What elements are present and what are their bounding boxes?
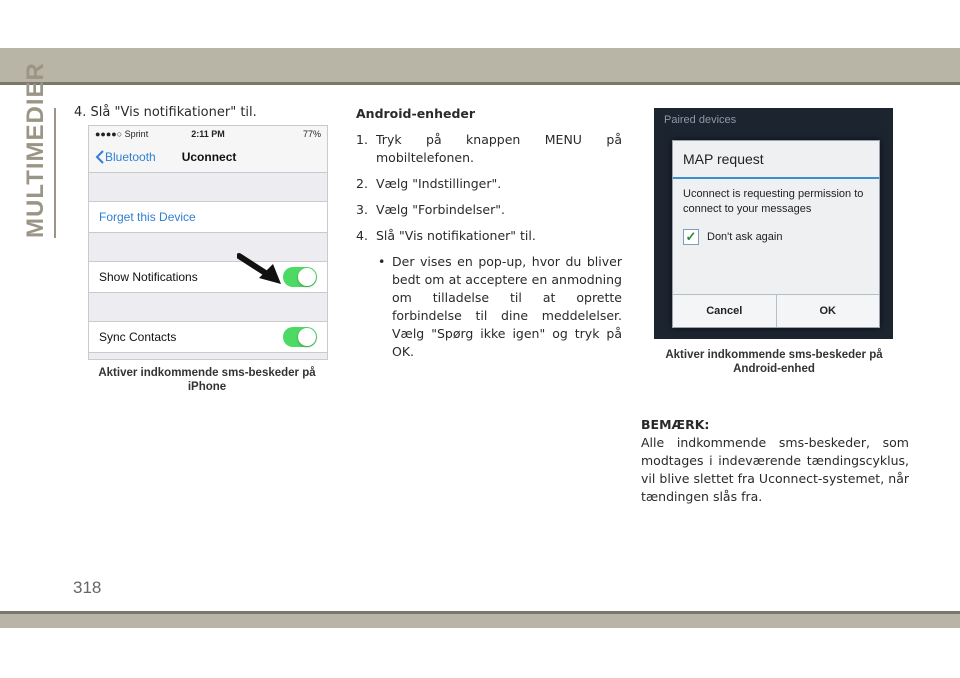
step-number: 1. <box>356 132 368 147</box>
show-notifications-toggle[interactable] <box>283 267 317 287</box>
note-block: BEMÆRK: Alle indkommende sms-beskeder, s… <box>641 416 909 506</box>
header-band <box>0 48 960 82</box>
step-number: 4. <box>356 228 368 243</box>
back-label: Bluetooth <box>105 150 156 164</box>
step-text: Vælg "Indstillinger". <box>376 176 502 191</box>
bullet-item: • Der vises en pop-up, hvor du bliver be… <box>378 253 622 361</box>
bullet-icon: • <box>378 254 386 269</box>
android-step: 2. Vælg "Indstillinger". <box>356 175 622 193</box>
iphone-caption: Aktiver indkommende sms-beskeder på iPho… <box>98 367 316 393</box>
dialog-title: MAP request <box>673 141 879 179</box>
step-text: Vælg "Forbindelser". <box>376 202 505 217</box>
android-step: 3. Vælg "Forbindelser". <box>356 201 622 219</box>
android-heading: Android-enheder <box>356 106 476 121</box>
page-number: 318 <box>73 578 102 597</box>
ios-status-bar: ●●●●○ Sprint 2:11 PM 77% <box>89 126 327 142</box>
sync-contacts-toggle[interactable] <box>283 327 317 347</box>
battery-label: 77% <box>302 129 321 139</box>
ok-button[interactable]: OK <box>775 295 879 327</box>
note-text: Alle indkommende sms-beskeder, som modta… <box>641 435 909 504</box>
sync-contacts-label: Sync Contacts <box>99 330 177 344</box>
ios-nav-bar: Bluetooth Uconnect <box>89 142 327 173</box>
note-heading: BEMÆRK: <box>641 417 710 432</box>
section-title-rule <box>54 108 56 238</box>
dialog-buttons: Cancel OK <box>673 294 879 327</box>
chevron-left-icon <box>95 150 104 164</box>
cancel-button[interactable]: Cancel <box>673 295 776 327</box>
iphone-screenshot: ●●●●○ Sprint 2:11 PM 77% Bluetooth Uconn… <box>88 125 328 360</box>
sync-contacts-cell: Sync Contacts <box>89 321 327 353</box>
checkbox-checked-icon[interactable]: ✓ <box>683 229 699 245</box>
show-notifications-cell: Show Notifications <box>89 261 327 293</box>
step-number: 2. <box>356 176 368 191</box>
device-title: Uconnect <box>181 150 237 164</box>
forget-device-label: Forget this Device <box>99 210 196 224</box>
android-instructions: Android-enheder 1. Tryk på knappen MENU … <box>356 105 622 361</box>
iphone-step: 4. Slå "Vis notifikationer" til. <box>74 105 257 120</box>
android-screenshot: Paired devices MAP request Uconnect is r… <box>654 108 893 339</box>
paired-devices-label: Paired devices <box>664 114 737 126</box>
dialog-message: Uconnect is requesting permission to con… <box>683 188 864 215</box>
step-text: Slå "Vis notifikationer" til. <box>376 228 536 243</box>
step-number: 3. <box>356 202 368 217</box>
android-step: 1. Tryk på knappen MENU på mobiltelefone… <box>356 131 622 167</box>
footer-band <box>0 614 960 628</box>
step-text: Slå "Vis notifikationer" til. <box>90 105 257 120</box>
step-number: 4. <box>74 105 87 120</box>
checkbox-label: Don't ask again <box>707 231 783 243</box>
android-caption: Aktiver indkommende sms-beskeder på Andr… <box>665 349 883 375</box>
step-text: Tryk på knappen MENU på mobiltelefonen. <box>376 132 622 165</box>
pointer-arrow-icon <box>237 253 281 284</box>
dont-ask-again-row[interactable]: ✓ Don't ask again <box>683 229 869 245</box>
forget-device-cell[interactable]: Forget this Device <box>89 201 327 233</box>
android-step: 4. Slå "Vis notifikationer" til. <box>356 227 622 245</box>
clock-label: 2:11 PM <box>191 129 225 139</box>
map-request-dialog: MAP request Uconnect is requesting permi… <box>672 140 880 328</box>
section-title: MULTIMEDIER <box>22 62 49 238</box>
bullet-text: Der vises en pop-up, hvor du bliver bedt… <box>392 254 622 359</box>
carrier-label: ●●●●○ Sprint <box>95 129 149 139</box>
header-rule <box>0 82 960 85</box>
back-button[interactable]: Bluetooth <box>95 150 156 164</box>
